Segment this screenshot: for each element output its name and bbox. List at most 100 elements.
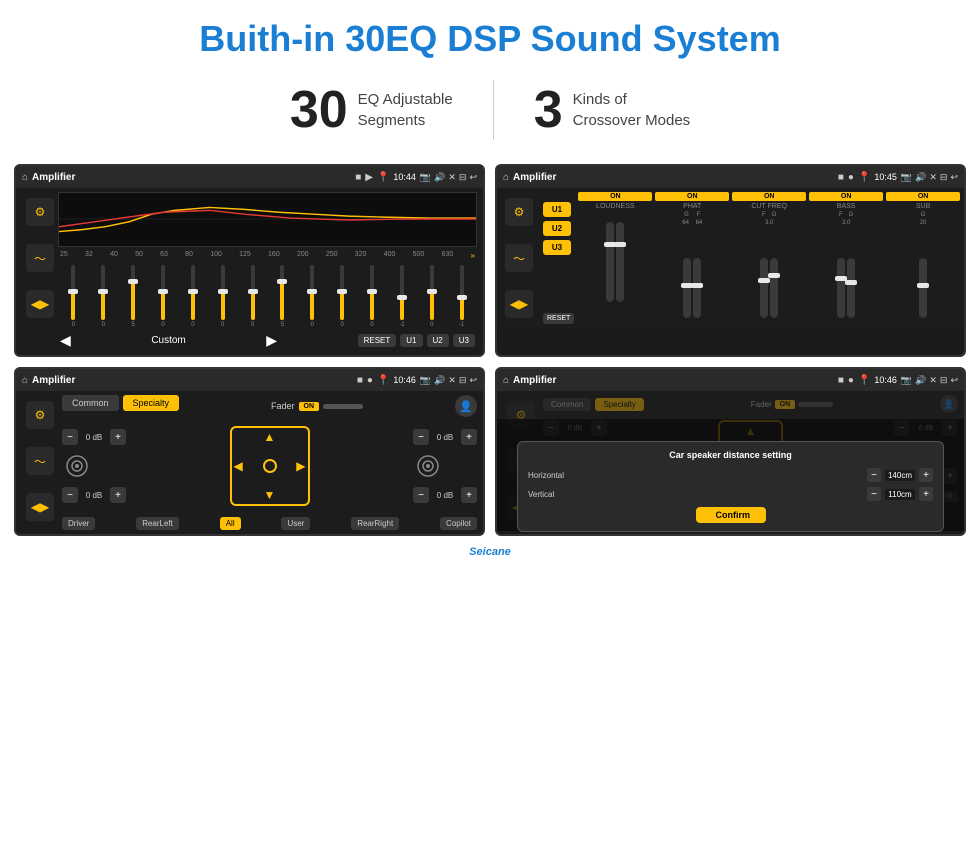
cx-bass-slider2[interactable]: [847, 258, 855, 318]
sp-btn-user[interactable]: User: [281, 517, 310, 530]
window-icon-2[interactable]: ⊟: [940, 172, 948, 183]
screen2-time: 10:45: [874, 172, 897, 182]
eq-reset-btn[interactable]: RESET: [358, 334, 397, 347]
sp-plus-3[interactable]: +: [461, 429, 477, 445]
sp-plus-4[interactable]: +: [461, 487, 477, 503]
cx-u1-btn[interactable]: U1: [543, 202, 571, 217]
home-icon-1[interactable]: ⌂: [22, 172, 28, 183]
cx-wave-icon[interactable]: 〜: [505, 244, 533, 272]
cx-loudness-slider1[interactable]: [606, 222, 614, 302]
eq-next-btn[interactable]: ▶: [266, 332, 277, 349]
sp-btn-rearleft[interactable]: RearLeft: [136, 517, 179, 530]
close-icon-1[interactable]: ✕: [448, 172, 456, 183]
sp-arrow-left[interactable]: ◀: [234, 459, 243, 473]
sp-tab-common[interactable]: Common: [62, 395, 119, 411]
sp-user-icon[interactable]: 👤: [455, 395, 477, 417]
sp-plus-1[interactable]: +: [110, 429, 126, 445]
back-icon-3[interactable]: ↩: [469, 375, 477, 386]
sp-minus-1[interactable]: −: [62, 429, 78, 445]
dialog-horizontal-minus[interactable]: −: [867, 468, 881, 482]
eq-prev-btn[interactable]: ◀: [60, 332, 71, 349]
cx-vol-icon[interactable]: ◀▶: [505, 290, 533, 318]
window-icon-4[interactable]: ⊟: [940, 375, 948, 386]
cx-filter-icon[interactable]: ⚙: [505, 198, 533, 226]
dialog-horizontal-plus[interactable]: +: [919, 468, 933, 482]
sp-btn-rearright[interactable]: RearRight: [351, 517, 399, 530]
vol-icon-1[interactable]: 🔊: [434, 172, 445, 183]
sp-vol-icon[interactable]: ◀▶: [26, 493, 54, 521]
cx-cutfreq-slider1[interactable]: [760, 258, 768, 318]
dialog-confirm-btn[interactable]: Confirm: [696, 507, 766, 523]
cx-cutfreq-slider2[interactable]: [770, 258, 778, 318]
eq-u3-btn[interactable]: U3: [453, 334, 475, 347]
back-icon-2[interactable]: ↩: [950, 172, 958, 183]
eq-slider-11[interactable]: 0: [359, 265, 386, 328]
eq-slider-8[interactable]: 5: [269, 265, 296, 328]
sp-arrow-down[interactable]: ▼: [264, 488, 276, 502]
sp-fader-track[interactable]: [323, 404, 363, 409]
back-icon-1[interactable]: ↩: [469, 172, 477, 183]
back-icon-4[interactable]: ↩: [950, 375, 958, 386]
vol-icon-2[interactable]: 🔊: [915, 172, 926, 183]
sp-btn-copilot[interactable]: Copilot: [440, 517, 477, 530]
cx-u3-btn[interactable]: U3: [543, 240, 571, 255]
sp-wave-icon[interactable]: 〜: [26, 447, 54, 475]
home-icon-4[interactable]: ⌂: [503, 375, 509, 386]
eq-u1-btn[interactable]: U1: [400, 334, 422, 347]
eq-slider-12[interactable]: -1: [388, 265, 415, 328]
dialog-vertical-plus[interactable]: +: [919, 487, 933, 501]
eq-slider-3[interactable]: 5: [120, 265, 147, 328]
cx-cutfreq-on[interactable]: ON: [732, 192, 806, 201]
dialog-horizontal-value: 140cm: [885, 470, 915, 481]
home-icon-2[interactable]: ⌂: [503, 172, 509, 183]
cx-u2-btn[interactable]: U2: [543, 221, 571, 236]
crossover-number: 3: [534, 80, 563, 140]
eq-slider-7[interactable]: 0: [239, 265, 266, 328]
eq-wave-icon[interactable]: 〜: [26, 244, 54, 272]
cx-phat-slider2[interactable]: [693, 258, 701, 318]
cx-reset-btn[interactable]: RESET: [543, 313, 574, 324]
eq-slider-13[interactable]: 0: [418, 265, 445, 328]
cx-bass-slider1[interactable]: [837, 258, 845, 318]
sp-minus-2[interactable]: −: [62, 487, 78, 503]
window-icon-1[interactable]: ⊟: [459, 172, 467, 183]
eq-u2-btn[interactable]: U2: [427, 334, 449, 347]
sp-arrow-right[interactable]: ▶: [296, 459, 305, 473]
close-icon-3[interactable]: ✕: [448, 375, 456, 386]
sp-tab-specialty[interactable]: Specialty: [123, 395, 180, 411]
sp-minus-4[interactable]: −: [413, 487, 429, 503]
dialog-vertical-minus[interactable]: −: [867, 487, 881, 501]
cx-sub-on[interactable]: ON: [886, 192, 960, 201]
window-icon-3[interactable]: ⊟: [459, 375, 467, 386]
cx-cutfreq-sliders: [760, 228, 778, 318]
eq-slider-2[interactable]: 0: [90, 265, 117, 328]
cx-phat-slider1[interactable]: [683, 258, 691, 318]
eq-vol-icon[interactable]: ◀▶: [26, 290, 54, 318]
sp-arrow-up[interactable]: ▲: [264, 430, 276, 444]
play-icon-1[interactable]: ▶: [365, 172, 373, 183]
cx-bass-on[interactable]: ON: [809, 192, 883, 201]
eq-slider-6[interactable]: 0: [209, 265, 236, 328]
eq-slider-10[interactable]: 0: [329, 265, 356, 328]
sp-on-pill[interactable]: ON: [299, 402, 320, 411]
eq-slider-1[interactable]: 0: [60, 265, 87, 328]
cx-loudness-on[interactable]: ON: [578, 192, 652, 201]
sp-btn-driver[interactable]: Driver: [62, 517, 95, 530]
close-icon-4[interactable]: ✕: [929, 375, 937, 386]
vol-icon-4[interactable]: 🔊: [915, 375, 926, 386]
sp-btn-all[interactable]: All: [220, 517, 241, 530]
eq-slider-5[interactable]: 0: [179, 265, 206, 328]
home-icon-3[interactable]: ⌂: [22, 375, 28, 386]
cx-phat-on[interactable]: ON: [655, 192, 729, 201]
sp-minus-3[interactable]: −: [413, 429, 429, 445]
eq-slider-4[interactable]: 0: [150, 265, 177, 328]
cx-sub-slider1[interactable]: [919, 258, 927, 318]
eq-slider-9[interactable]: 0: [299, 265, 326, 328]
cx-loudness-slider2[interactable]: [616, 222, 624, 302]
sp-filter-icon[interactable]: ⚙: [26, 401, 54, 429]
eq-slider-14[interactable]: -1: [448, 265, 475, 328]
eq-filter-icon[interactable]: ⚙: [26, 198, 54, 226]
vol-icon-3[interactable]: 🔊: [434, 375, 445, 386]
close-icon-2[interactable]: ✕: [929, 172, 937, 183]
sp-plus-2[interactable]: +: [110, 487, 126, 503]
